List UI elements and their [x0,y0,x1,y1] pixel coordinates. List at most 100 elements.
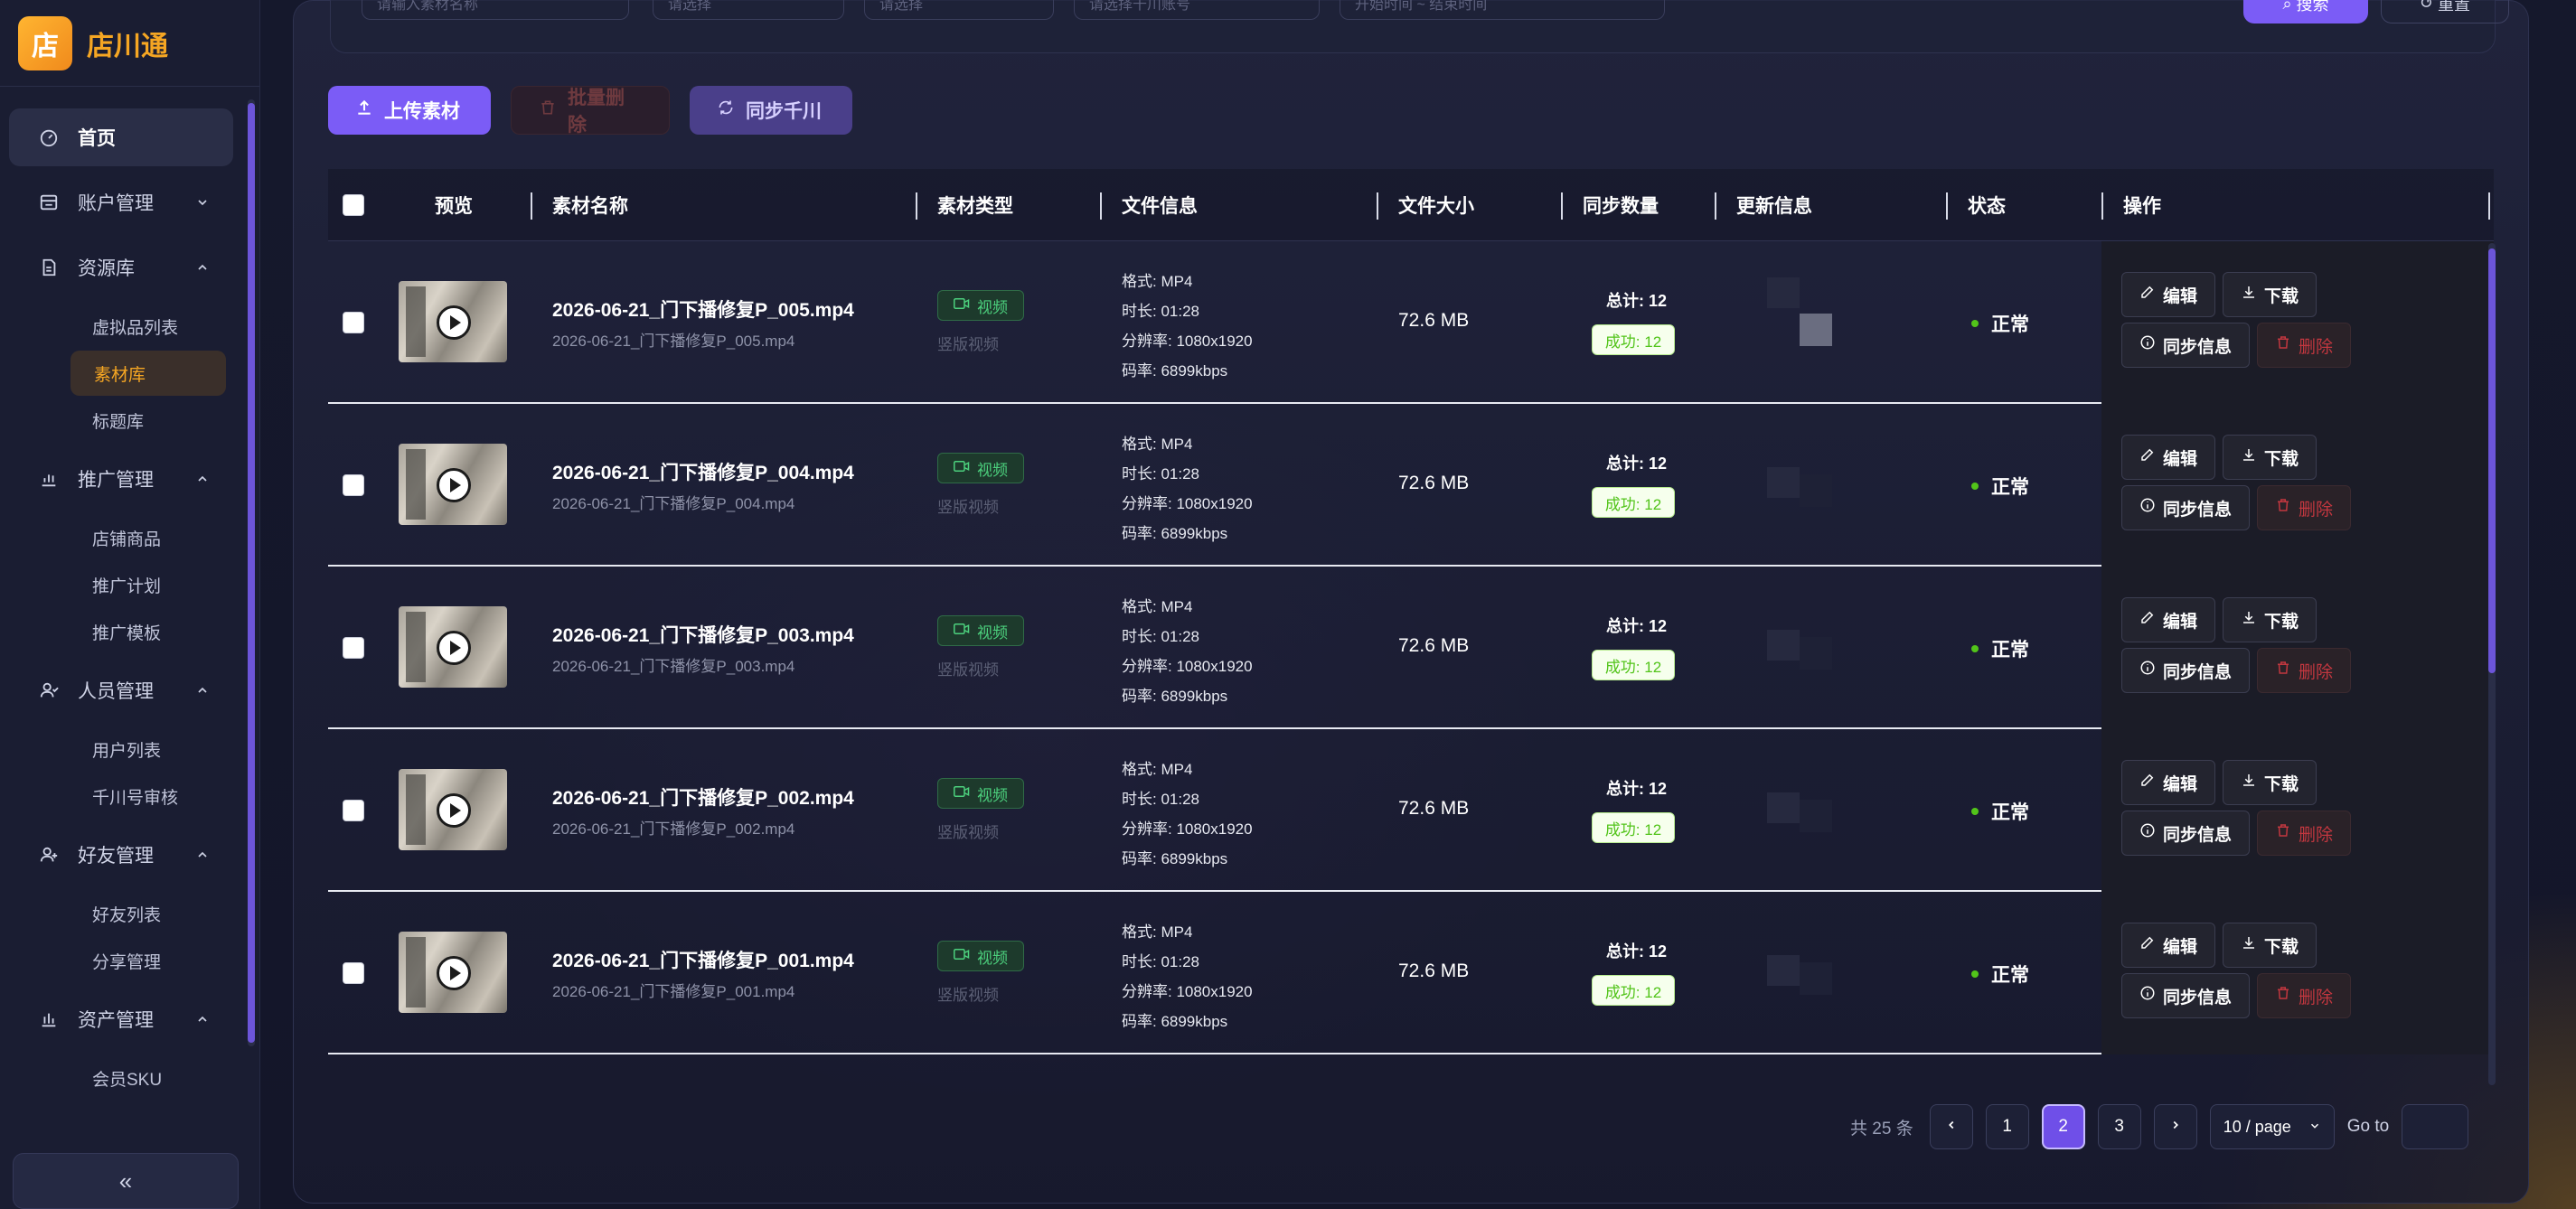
sidebar-item-resources[interactable]: 资源库 [9,239,233,296]
sidebar-item-promotion[interactable]: 推广管理 [9,450,233,508]
delete-button[interactable]: 删除 [2257,811,2351,856]
prev-page-button[interactable] [1929,1104,1973,1149]
delete-button[interactable]: 删除 [2257,648,2351,693]
column-divider[interactable] [1715,192,1716,220]
sync-info-button[interactable]: 同步信息 [2121,323,2250,368]
delete-button[interactable]: 删除 [2257,485,2351,530]
row-checkbox[interactable] [343,474,364,496]
delete-label: 删除 [2298,988,2333,1008]
reset-button[interactable]: ↺ 重置 [2381,0,2509,23]
info-icon [2139,660,2156,681]
edit-button[interactable]: 编辑 [2121,272,2215,317]
column-divider[interactable] [1561,192,1563,220]
checkbox[interactable] [343,312,364,333]
download-button[interactable]: 下载 [2223,435,2317,480]
batch-delete-button[interactable]: 批量删除 [511,86,670,136]
logo-icon: 店 [18,15,72,70]
table-scrollbar-thumb[interactable] [2488,248,2496,673]
material-name: 2026-06-21_门下播修复P_004.mp4 [552,463,854,483]
sidebar-scrollbar[interactable] [248,99,255,1046]
sidebar-subitem-promotion-templates[interactable]: 推广模板 [9,609,226,654]
delete-button[interactable]: 删除 [2257,973,2351,1018]
row-checkbox[interactable] [343,962,364,984]
column-divider[interactable] [2101,192,2103,220]
sync-info-button[interactable]: 同步信息 [2121,485,2250,530]
sidebar-item-account[interactable]: 账户管理 [9,173,233,231]
checkbox[interactable] [343,637,364,659]
sidebar-item-staff[interactable]: 人员管理 [9,661,233,719]
row-checkbox[interactable] [343,800,364,821]
type-select[interactable]: 请选择 [653,0,844,20]
material-name-input[interactable]: 请输入素材名称 [362,0,629,20]
page-button-2[interactable]: 2 [2041,1104,2085,1149]
sidebar-subitem-friend-list[interactable]: 好友列表 [9,891,226,936]
sidebar-subitem-title-library[interactable]: 标题库 [9,398,226,443]
sidebar-collapse-button[interactable]: « [13,1153,239,1209]
sidebar-subitem-share-management[interactable]: 分享管理 [9,938,226,983]
edit-button[interactable]: 编辑 [2121,923,2215,968]
sidebar-subitem-promotion-plans[interactable]: 推广计划 [9,562,226,607]
upload-material-button[interactable]: 上传素材 [328,86,491,135]
row-checkbox[interactable] [343,637,364,659]
search-button[interactable]: ⌕ 搜索 [2243,0,2368,23]
file-size: 72.6 MB [1398,310,1470,331]
checkbox[interactable] [343,962,364,984]
column-divider[interactable] [916,192,917,220]
video-thumbnail[interactable] [399,769,507,850]
download-button[interactable]: 下载 [2223,923,2317,968]
select-all-checkbox[interactable] [343,169,364,241]
app-logo[interactable]: 店 店川通 [0,0,259,87]
sidebar-item-assets[interactable]: 资产管理 [9,990,233,1048]
table-scrollbar[interactable] [2488,243,2496,1085]
page-button-1[interactable]: 1 [1985,1104,2029,1149]
sidebar-subitem-member-sku[interactable]: 会员SKU [9,1055,226,1101]
download-button[interactable]: 下载 [2223,597,2317,642]
video-thumbnail[interactable] [399,932,507,1013]
play-icon[interactable] [437,956,471,990]
download-button[interactable]: 下载 [2223,272,2317,317]
date-range-picker[interactable]: 开始时间 ~ 结束时间 [1340,0,1665,20]
edit-button[interactable]: 编辑 [2121,597,2215,642]
sidebar-subitem-store-products[interactable]: 店铺商品 [9,515,226,560]
column-divider[interactable] [531,192,532,220]
page-button-3[interactable]: 3 [2097,1104,2141,1149]
sync-info-button[interactable]: 同步信息 [2121,648,2250,693]
sync-qianchuan-button[interactable]: 同步千川 [690,86,852,135]
status-label: 正常 [1991,314,2029,335]
column-divider[interactable] [1377,192,1378,220]
sidebar-subitem-material-library[interactable]: 素材库 [71,351,226,396]
column-divider[interactable] [2488,192,2490,220]
edit-button[interactable]: 编辑 [2121,435,2215,480]
sidebar-subitem-qianchuan-review[interactable]: 千川号审核 [9,773,226,819]
checkbox[interactable] [343,194,364,216]
play-icon[interactable] [437,631,471,665]
sidebar-subitem-user-list[interactable]: 用户列表 [9,726,226,772]
edit-button[interactable]: 编辑 [2121,760,2215,805]
column-divider[interactable] [1100,192,1102,220]
play-icon[interactable] [437,793,471,828]
next-page-button[interactable] [2153,1104,2197,1149]
sidebar-item-friends[interactable]: 好友管理 [9,826,233,884]
page-size-select[interactable]: 10 / page [2209,1104,2335,1149]
sidebar-item-home[interactable]: 首页 [9,108,233,166]
account-select[interactable]: 请选择千川账号 [1074,0,1320,20]
goto-page-input[interactable] [2402,1104,2469,1149]
checkbox[interactable] [343,474,364,496]
sidebar-scrollbar-thumb[interactable] [248,103,255,1043]
play-icon[interactable] [437,305,471,340]
sync-info-button[interactable]: 同步信息 [2121,973,2250,1018]
status-select[interactable]: 请选择 [864,0,1054,20]
download-button[interactable]: 下载 [2223,760,2317,805]
video-thumbnail[interactable] [399,281,507,362]
column-divider[interactable] [1946,192,1948,220]
video-thumbnail[interactable] [399,444,507,525]
video-thumbnail[interactable] [399,606,507,688]
video-icon [954,947,970,965]
checkbox[interactable] [343,800,364,821]
type-tag-label: 视频 [977,461,1008,479]
play-icon[interactable] [437,468,471,502]
row-checkbox[interactable] [343,312,364,333]
delete-button[interactable]: 删除 [2257,323,2351,368]
sync-info-button[interactable]: 同步信息 [2121,811,2250,856]
sidebar-subitem-virtual-products[interactable]: 虚拟品列表 [9,304,226,349]
